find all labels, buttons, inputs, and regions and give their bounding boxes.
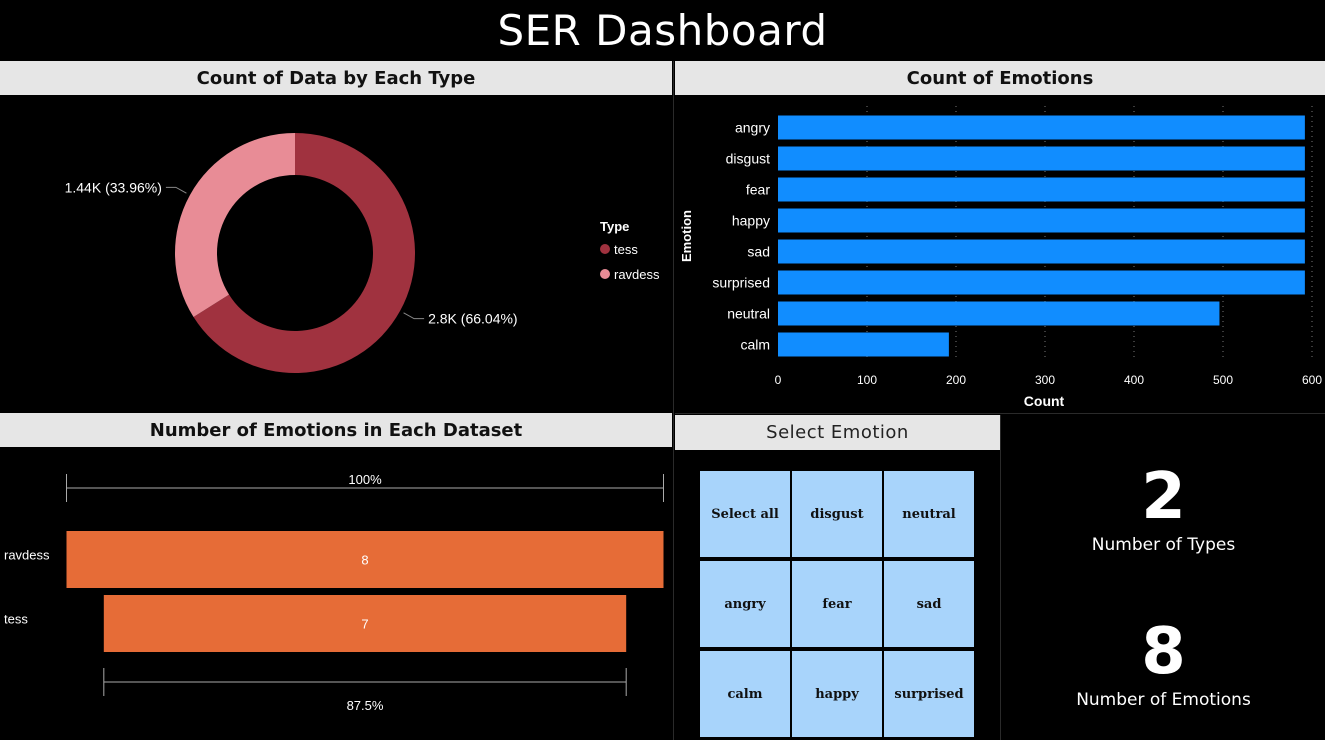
emotion-bar-fear[interactable] — [778, 177, 1305, 202]
dataset-panel-header: Number of Emotions in Each Dataset — [0, 413, 672, 447]
kpi-types-value: 2 — [1141, 460, 1186, 534]
funnel-value-label: 8 — [361, 553, 368, 568]
y-axis-label: Emotion — [679, 210, 694, 262]
kpi-number-of-types: 2 Number of Types — [1002, 465, 1325, 555]
donut-slice-ravdess[interactable] — [174, 133, 295, 318]
slicer-option-angry[interactable]: angry — [700, 561, 790, 647]
y-category-label: angry — [735, 120, 770, 136]
x-tick-label: 500 — [1213, 373, 1233, 387]
dashboard-title: SER Dashboard — [497, 5, 828, 55]
emotion-bar-angry[interactable] — [778, 115, 1305, 140]
type-panel-header: Count of Data by Each Type — [0, 61, 672, 95]
funnel-category-label: ravdess — [4, 548, 50, 563]
type-donut-panel: 2.8K (66.04%) 1.44K (33.96%) Type tess ra… — [0, 96, 672, 412]
y-category-label: happy — [732, 213, 770, 229]
slicer-option-happy[interactable]: happy — [792, 651, 882, 737]
kpi-emotions-value: 8 — [1141, 615, 1186, 689]
kpi-emotions-label: Number of Emotions — [1076, 690, 1251, 710]
donut-data-label-ravdess: 1.44K (33.96%) — [65, 179, 162, 195]
funnel-bottom-percent: 87.5% — [347, 698, 384, 713]
funnel-value-label: 7 — [361, 617, 368, 632]
legend-label-ravdess: ravdess — [614, 267, 660, 282]
circle-marker-icon — [600, 269, 610, 279]
kpi-number-of-emotions: 8 Number of Emotions — [1002, 620, 1325, 710]
slicer-option-fear[interactable]: fear — [792, 561, 882, 647]
slicer-option-select-all[interactable]: Select all — [700, 471, 790, 557]
donut-leader-line — [403, 312, 425, 320]
emotion-bar-surprised[interactable] — [778, 270, 1305, 295]
y-category-label: calm — [740, 337, 770, 353]
emotion-bar-calm[interactable] — [778, 332, 949, 357]
x-tick-label: 600 — [1302, 373, 1322, 387]
emotion-slicer: Select all disgust neutral angry fear sa… — [700, 471, 977, 737]
emotion-bar-sad[interactable] — [778, 239, 1305, 264]
legend-item-ravdess[interactable]: ravdess — [600, 267, 660, 282]
legend-item-tess[interactable]: tess — [600, 242, 638, 257]
y-category-label: disgust — [726, 151, 770, 167]
x-tick-label: 100 — [857, 373, 877, 387]
kpi-divider — [1000, 415, 1001, 740]
x-tick-label: 200 — [946, 373, 966, 387]
y-category-label: fear — [746, 182, 770, 198]
x-tick-label: 400 — [1124, 373, 1144, 387]
y-category-label: sad — [747, 244, 770, 260]
funnel-category-label: tess — [4, 612, 28, 627]
legend-title: Type — [600, 219, 629, 234]
panel-divider-vertical — [673, 61, 674, 740]
dataset-funnel-panel: 100% 8 ravdess 7 tess 87.5% — [0, 448, 672, 740]
slicer-header: Select Emotion — [675, 415, 1000, 450]
kpi-types-label: Number of Types — [1091, 535, 1236, 555]
panel-divider-horizontal — [675, 413, 1325, 414]
emotion-bar-happy[interactable] — [778, 208, 1305, 233]
y-category-label: surprised — [712, 275, 770, 291]
dataset-funnel-chart: 100% 8 ravdess 7 tess 87.5% — [4, 472, 664, 713]
donut-leader-line — [165, 186, 187, 194]
legend-label-tess: tess — [614, 242, 638, 257]
y-category-label: neutral — [727, 306, 770, 322]
slicer-option-surprised[interactable]: surprised — [884, 651, 974, 737]
emotion-bar-neutral[interactable] — [778, 301, 1220, 326]
emotions-bar-chart: angry disgust fear happy sad surprised neutral… — [679, 106, 1322, 409]
slicer-option-calm[interactable]: calm — [700, 651, 790, 737]
circle-marker-icon — [600, 244, 610, 254]
emotions-bar-panel: angry disgust fear happy sad surprised neutral… — [675, 96, 1325, 412]
x-tick-label: 0 — [775, 373, 782, 387]
slicer-option-sad[interactable]: sad — [884, 561, 974, 647]
dashboard-title-bar: SER Dashboard — [0, 0, 1325, 60]
emotion-bar-disgust[interactable] — [778, 146, 1305, 171]
slicer-option-neutral[interactable]: neutral — [884, 471, 974, 557]
x-tick-label: 300 — [1035, 373, 1055, 387]
slicer-option-disgust[interactable]: disgust — [792, 471, 882, 557]
x-axis-label: Count — [1024, 393, 1065, 409]
funnel-top-percent: 100% — [348, 472, 382, 487]
donut-data-label-tess: 2.8K (66.04%) — [428, 311, 518, 327]
emotions-panel-header: Count of Emotions — [675, 61, 1325, 95]
type-donut-chart: 2.8K (66.04%) 1.44K (33.96%) Type tess ra… — [65, 133, 660, 373]
